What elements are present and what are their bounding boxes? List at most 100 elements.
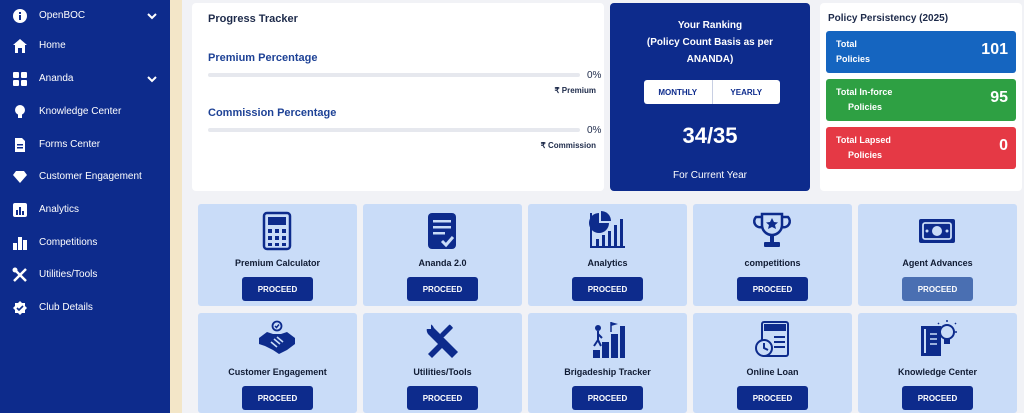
inforce-policies-label-line: Policies: [848, 102, 883, 112]
tile-label: Premium Calculator: [234, 258, 321, 268]
inforce-policies-box[interactable]: Total In-force Policies 95: [826, 79, 1016, 121]
chevron-down-icon[interactable]: [146, 73, 158, 85]
tile-ananda-2: Ananda 2.0 PROCEED: [363, 204, 522, 306]
commission-percentage-label: Commission Percentage: [208, 107, 337, 119]
premium-amount-label: ₹ Premium: [554, 86, 596, 95]
tile-label: Agent Advances: [902, 258, 973, 268]
sidebar-item-label: Knowledge Center: [39, 106, 122, 117]
tile-utilities-tools: Utilities/Tools PROCEED: [363, 313, 522, 413]
ranking-title-line: ANANDA): [686, 54, 734, 65]
inforce-policies-label: Total In-force Policies: [836, 85, 892, 115]
ranking-title-line: Your Ranking: [677, 20, 743, 31]
sidebar: OpenBOC Home Ananda Knowledge Center For…: [0, 0, 170, 413]
wrench-screwdriver-icon: [422, 320, 462, 360]
sidebar-item-label: OpenBOC: [39, 10, 86, 21]
sidebar-item-label: Customer Engagement: [39, 171, 142, 182]
tile-label: Online Loan: [746, 367, 799, 377]
proceed-button[interactable]: PROCEED: [242, 277, 313, 301]
premium-progress-bar: [208, 73, 580, 77]
sidebar-item-customer-engagement[interactable]: Customer Engagement: [0, 161, 170, 193]
progress-tracker-card: Progress Tracker Premium Percentage 0% ₹…: [192, 3, 604, 191]
tile-analytics: Analytics PROCEED: [528, 204, 687, 306]
chart-icon: [12, 202, 28, 218]
proceed-button[interactable]: PROCEED: [572, 386, 643, 410]
policy-persistency-card: Policy Persistency (2025) Total Policies…: [820, 3, 1022, 191]
lapsed-policies-label-line: Policies: [848, 150, 883, 160]
tile-label: Brigadeship Tracker: [564, 367, 651, 377]
stairs-flag-icon: [587, 320, 627, 360]
ranking-card: Your Ranking (Policy Count Basis as per …: [610, 3, 810, 191]
book-bulb-icon: [917, 320, 957, 360]
commission-progress-bar: [208, 128, 580, 132]
sidebar-item-label: Utilities/Tools: [39, 269, 98, 280]
document-icon: [12, 137, 28, 153]
diamond-icon: [12, 169, 28, 185]
handshake-icon: [257, 320, 297, 360]
analytics-chart-icon: [587, 211, 627, 251]
tile-online-loan: Online Loan PROCEED: [693, 313, 852, 413]
proceed-button[interactable]: PROCEED: [902, 386, 973, 410]
sidebar-item-analytics[interactable]: Analytics: [0, 194, 170, 226]
sidebar-divider: [170, 0, 182, 413]
ranking-title-line: (Policy Count Basis as per: [646, 37, 774, 48]
sidebar-item-label: Competitions: [39, 237, 98, 248]
inforce-policies-value: 95: [990, 89, 1008, 106]
trophy-icon: [752, 211, 792, 251]
tile-label: Ananda 2.0: [418, 258, 467, 268]
sidebar-item-utilities-tools[interactable]: Utilities/Tools: [0, 259, 170, 291]
tile-premium-calculator: Premium Calculator PROCEED: [198, 204, 357, 306]
tools-icon: [12, 267, 28, 283]
tile-label: competitions: [744, 258, 801, 268]
tile-label: Customer Engagement: [228, 367, 327, 377]
info-icon: [12, 8, 28, 24]
home-icon: [12, 38, 28, 54]
total-policies-box[interactable]: Total Policies 101: [826, 31, 1016, 73]
sidebar-item-label: Forms Center: [39, 139, 101, 150]
premium-percentage-label: Premium Percentage: [208, 52, 318, 64]
sidebar-item-label: Club Details: [39, 302, 93, 313]
proceed-button[interactable]: PROCEED: [737, 277, 808, 301]
badge-icon: [12, 300, 28, 316]
policy-persistency-title: Policy Persistency (2025): [828, 13, 949, 24]
proceed-button[interactable]: PROCEED: [902, 277, 973, 301]
proceed-button[interactable]: PROCEED: [572, 277, 643, 301]
sidebar-item-competitions[interactable]: Competitions: [0, 227, 170, 259]
proceed-button[interactable]: PROCEED: [242, 386, 313, 410]
sidebar-item-knowledge-center[interactable]: Knowledge Center: [0, 96, 170, 128]
total-policies-label: Total Policies: [836, 37, 870, 67]
tile-customer-engagement: Customer Engagement PROCEED: [198, 313, 357, 413]
proceed-button[interactable]: PROCEED: [407, 386, 478, 410]
sidebar-item-ananda[interactable]: Ananda: [0, 63, 170, 95]
ranking-title: Your Ranking (Policy Count Basis as per …: [610, 17, 810, 68]
calculator-icon: [257, 211, 297, 251]
proceed-button[interactable]: PROCEED: [407, 277, 478, 301]
lapsed-policies-label: Total Lapsed Policies: [836, 133, 891, 163]
tile-label: Analytics: [587, 258, 628, 268]
tile-label: Utilities/Tools: [413, 367, 472, 377]
total-policies-value: 101: [981, 41, 1008, 58]
proceed-button[interactable]: PROCEED: [737, 386, 808, 410]
yearly-toggle-button[interactable]: YEARLY: [711, 80, 781, 104]
lapsed-policies-box[interactable]: Total Lapsed Policies 0: [826, 127, 1016, 169]
ranking-period-toggle: MONTHLY YEARLY: [644, 80, 780, 104]
chevron-down-icon[interactable]: [146, 10, 158, 22]
monthly-toggle-button[interactable]: MONTHLY: [644, 80, 712, 104]
sidebar-item-club-details[interactable]: Club Details: [0, 292, 170, 324]
grid-icon: [12, 71, 28, 87]
sidebar-item-label: Home: [39, 40, 66, 51]
sidebar-item-home[interactable]: Home: [0, 30, 170, 62]
tile-knowledge-center: Knowledge Center PROCEED: [858, 313, 1017, 413]
commission-amount-label: ₹ Commission: [540, 141, 596, 150]
progress-tracker-title: Progress Tracker: [208, 13, 298, 25]
inforce-policies-label-line: Total In-force: [836, 87, 893, 97]
tile-label: Knowledge Center: [897, 367, 977, 377]
loan-document-icon: [752, 320, 792, 360]
total-policies-label-line: Policies: [836, 54, 871, 64]
sidebar-item-forms-center[interactable]: Forms Center: [0, 129, 170, 161]
banknote-icon: [917, 211, 957, 251]
sidebar-item-label: Ananda: [39, 73, 74, 84]
ranking-value: 34/35: [682, 123, 738, 148]
tile-agent-advances: Agent Advances PROCEED: [858, 204, 1017, 306]
commission-percentage-value: 0%: [587, 125, 602, 136]
sidebar-item-openboc[interactable]: OpenBOC: [0, 0, 170, 32]
